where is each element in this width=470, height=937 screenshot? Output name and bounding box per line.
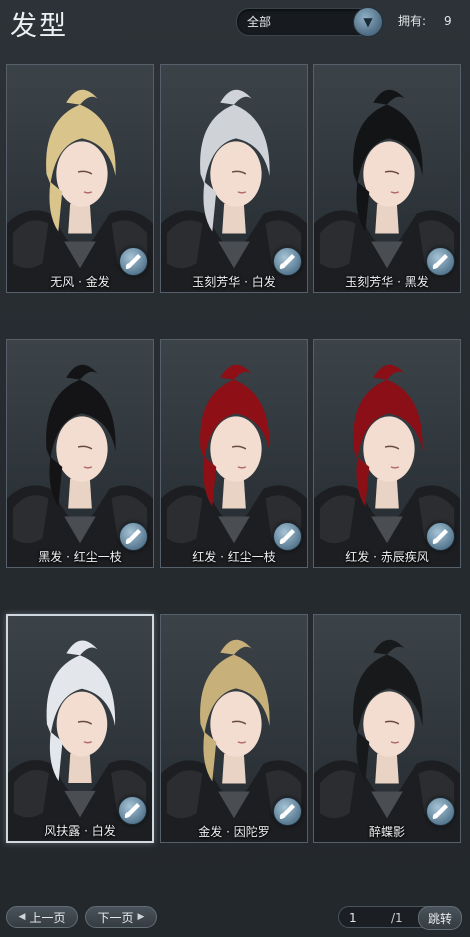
hairstyle-card[interactable]: 金发 · 因陀罗 bbox=[160, 614, 308, 843]
hairstyle-card[interactable]: 红发 · 红尘一枝 bbox=[160, 339, 308, 568]
dye-brush-button[interactable] bbox=[426, 797, 455, 826]
page-title: 发型 bbox=[10, 11, 68, 42]
brush-icon bbox=[432, 804, 448, 819]
hairstyle-card[interactable]: 无风 · 金发 bbox=[6, 64, 154, 293]
dye-brush-button[interactable] bbox=[118, 796, 147, 825]
filter-value: 全部 bbox=[247, 15, 272, 29]
chevron-left-icon: ◀ bbox=[18, 912, 26, 922]
hairstyle-card[interactable]: 风扶露 · 白发 bbox=[6, 614, 154, 843]
owned-counter: 拥有: 9 bbox=[398, 12, 452, 29]
dye-brush-button[interactable] bbox=[426, 247, 455, 276]
hairstyle-card[interactable]: 红发 · 赤辰疾风 bbox=[313, 339, 461, 568]
hairstyle-grid: 无风 · 金发 玉刻芳华 · 白发 玉刻芳华 · 黑发 黑发 · 红尘一枝 红发… bbox=[6, 64, 464, 844]
brush-icon bbox=[125, 529, 141, 544]
dye-brush-button[interactable] bbox=[273, 247, 302, 276]
brush-icon bbox=[279, 254, 295, 269]
dye-brush-button[interactable] bbox=[273, 522, 302, 551]
chevron-down-icon[interactable]: ▼ bbox=[353, 7, 383, 37]
chevron-right-icon: ▶ bbox=[137, 912, 145, 922]
next-page-label: 下一页 bbox=[97, 910, 134, 925]
page-number-input[interactable]: 1 bbox=[349, 911, 357, 925]
brush-icon bbox=[432, 254, 448, 269]
jump-button[interactable]: 跳转 bbox=[418, 906, 462, 930]
owned-label: 拥有: bbox=[398, 14, 427, 28]
dye-brush-button[interactable] bbox=[273, 797, 302, 826]
prev-page-label: 上一页 bbox=[29, 910, 66, 925]
brush-icon bbox=[432, 529, 448, 544]
owned-count: 9 bbox=[444, 14, 452, 28]
hairstyle-card[interactable]: 玉刻芳华 · 黑发 bbox=[313, 64, 461, 293]
page-jump-box: 1 /1 跳转 bbox=[338, 906, 462, 930]
filter-dropdown[interactable]: 全部 ▼ bbox=[236, 7, 383, 37]
hairstyle-card[interactable]: 黑发 · 红尘一枝 bbox=[6, 339, 154, 568]
hairstyle-card[interactable]: 醉蝶影 bbox=[313, 614, 461, 843]
brush-icon bbox=[125, 254, 141, 269]
brush-icon bbox=[279, 804, 295, 819]
dye-brush-button[interactable] bbox=[119, 247, 148, 276]
next-page-button[interactable]: 下一页 ▶ bbox=[85, 906, 157, 928]
brush-icon bbox=[279, 529, 295, 544]
page-total: /1 bbox=[391, 911, 403, 925]
prev-page-button[interactable]: ◀ 上一页 bbox=[6, 906, 78, 928]
dye-brush-button[interactable] bbox=[119, 522, 148, 551]
brush-icon bbox=[124, 803, 140, 818]
dye-brush-button[interactable] bbox=[426, 522, 455, 551]
hairstyle-card[interactable]: 玉刻芳华 · 白发 bbox=[160, 64, 308, 293]
